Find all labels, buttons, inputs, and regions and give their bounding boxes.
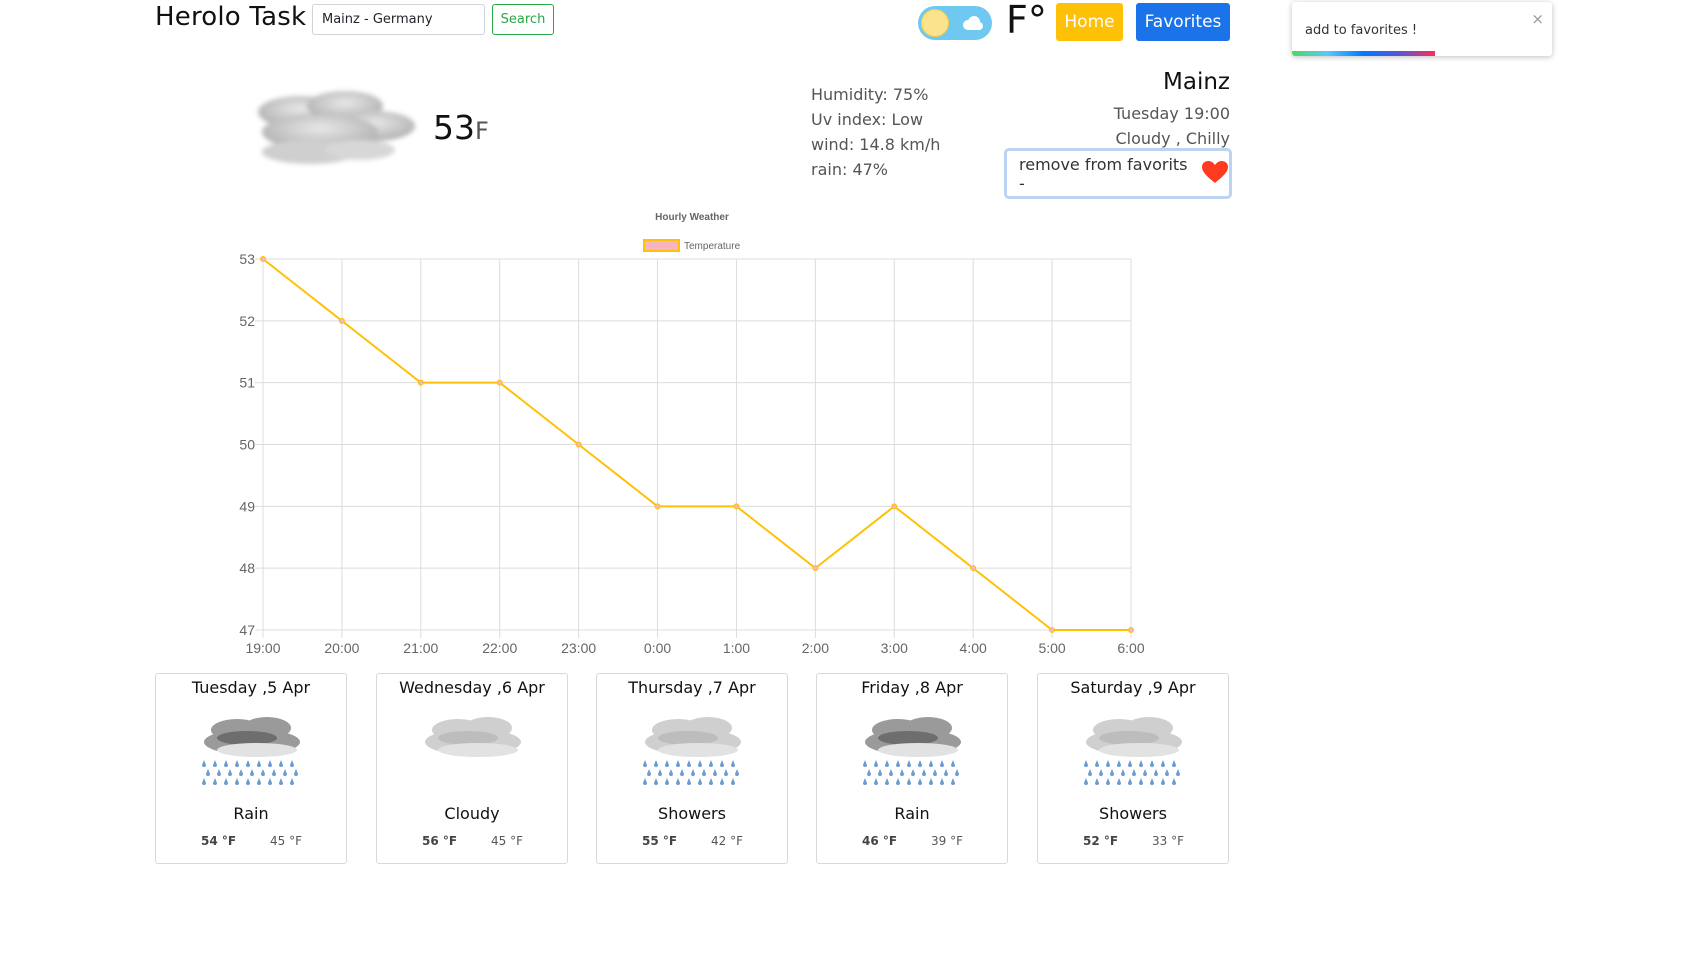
- forecast-condition: Showers: [1099, 804, 1167, 823]
- data-point: [1049, 627, 1056, 633]
- forecast-card: Wednesday ,6 Apr Cloudy 56 °F 45 °F: [376, 673, 568, 864]
- forecast-condition: Cloudy: [444, 804, 500, 823]
- forecast-date: Saturday ,9 Apr: [1070, 678, 1196, 697]
- x-axis-ticks: 19:00 20:00 21:00 22:00 23:00 0:00 1:00 2:00 3:0…: [245, 640, 1144, 656]
- unit-toggle-label[interactable]: F°: [1006, 0, 1047, 42]
- city-name: Mainz: [1163, 69, 1230, 95]
- y-tick-label: 47: [239, 622, 255, 638]
- x-tick-label: 1:00: [723, 640, 750, 656]
- toast-progress-bar: [1292, 51, 1435, 56]
- y-tick-label: 51: [239, 375, 255, 391]
- forecast-high: 55 °F: [642, 834, 678, 848]
- cloud-icon: [960, 15, 984, 35]
- hourly-weather-chart: Hourly Weather Temperature 53 52 51 50 49 48 4…: [239, 212, 1144, 656]
- toast-notification: add to favorites ! ×: [1292, 2, 1552, 56]
- cloud-icon: [413, 708, 533, 796]
- rain-icon: [853, 708, 973, 796]
- forecast-high: 52 °F: [1083, 834, 1119, 848]
- forecast-low: 45 °F: [491, 834, 523, 848]
- x-tick-label: 5:00: [1038, 640, 1065, 656]
- x-tick-label: 0:00: [644, 640, 671, 656]
- current-temperature: 53F: [433, 108, 489, 147]
- cloud-icon: [258, 91, 415, 164]
- forecast-card: Tuesday ,5 Apr Rain 54 °F 45 °F: [155, 673, 347, 864]
- legend-swatch: [643, 239, 680, 252]
- forecast-low: 45 °F: [270, 834, 302, 848]
- humidity-text: Humidity: 75%: [811, 85, 929, 104]
- forecast-high: 56 °F: [422, 834, 458, 848]
- close-icon[interactable]: ×: [1531, 10, 1544, 28]
- rain-text: rain: 47%: [811, 160, 889, 179]
- forecast-date: Tuesday ,5 Apr: [191, 678, 311, 697]
- forecast-high: 46 °F: [862, 834, 898, 848]
- weather-details: Humidity: 75% Uv index: Low wind: 14.8 k…: [811, 82, 940, 182]
- chart-grid: [255, 258, 1132, 638]
- x-tick-label: 22:00: [482, 640, 517, 656]
- y-tick-label: 48: [239, 560, 255, 576]
- forecast-condition: Rain: [233, 804, 269, 823]
- y-axis-ticks: 53 52 51 50 49 48 47: [239, 251, 255, 638]
- search-button[interactable]: Search: [492, 4, 554, 35]
- data-point: [891, 503, 898, 510]
- data-point: [654, 503, 661, 510]
- y-tick-label: 50: [239, 437, 255, 453]
- current-weather-icon: [250, 84, 420, 178]
- data-point: [733, 503, 740, 510]
- remove-favorite-label: remove from favorits -: [1019, 154, 1188, 193]
- temperature-value: 53: [433, 108, 475, 147]
- x-tick-label: 4:00: [960, 640, 987, 656]
- local-time: Tuesday 19:00: [1113, 104, 1230, 123]
- forecast-condition: Showers: [658, 804, 726, 823]
- uv-index-text: Uv index: Low: [811, 110, 924, 129]
- chart-title: Hourly Weather: [655, 212, 729, 223]
- data-point: [496, 379, 503, 386]
- forecast-card: Friday ,8 Apr Rain 46 °F 39 °F: [816, 673, 1008, 864]
- x-tick-label: 3:00: [881, 640, 908, 656]
- y-tick-label: 49: [239, 498, 255, 514]
- remove-favorite-button[interactable]: remove from favorits -: [1004, 148, 1232, 199]
- x-tick-label: 6:00: [1117, 640, 1144, 656]
- forecast-low: 39 °F: [931, 834, 963, 848]
- data-point: [1128, 627, 1134, 633]
- favorites-button[interactable]: Favorites: [1136, 3, 1230, 41]
- temperature-unit: F: [475, 117, 489, 145]
- x-tick-label: 20:00: [324, 640, 359, 656]
- home-button[interactable]: Home: [1056, 3, 1123, 41]
- app-brand: Herolo Task: [155, 2, 307, 32]
- data-point: [970, 565, 977, 572]
- forecast-low: 42 °F: [711, 834, 743, 848]
- data-point: [260, 256, 266, 262]
- showers-icon: [1074, 708, 1194, 796]
- theme-toggle[interactable]: [918, 6, 992, 40]
- forecast-date: Wednesday ,6 Apr: [399, 678, 545, 697]
- forecast-high: 54 °F: [201, 834, 237, 848]
- heart-icon: [1201, 160, 1229, 188]
- forecast-date: Friday ,8 Apr: [861, 678, 963, 697]
- forecast-card: Thursday ,7 Apr Showers 55 °F 42 °F: [596, 673, 788, 864]
- legend-label: Temperature: [684, 241, 741, 252]
- forecast-low: 33 °F: [1152, 834, 1184, 848]
- toast-message: add to favorites !: [1305, 23, 1418, 38]
- y-tick-label: 53: [239, 251, 255, 267]
- data-point: [575, 441, 582, 448]
- search-input[interactable]: [312, 4, 485, 35]
- x-tick-label: 23:00: [561, 640, 596, 656]
- data-point: [417, 379, 424, 386]
- forecast-date: Thursday ,7 Apr: [628, 678, 756, 697]
- x-tick-label: 21:00: [403, 640, 438, 656]
- y-tick-label: 52: [239, 313, 255, 329]
- x-tick-label: 19:00: [245, 640, 280, 656]
- data-point: [812, 565, 819, 572]
- wind-text: wind: 14.8 km/h: [811, 135, 941, 154]
- x-tick-label: 2:00: [802, 640, 829, 656]
- showers-icon: [633, 708, 753, 796]
- data-point: [338, 317, 345, 324]
- forecast-condition: Rain: [894, 804, 930, 823]
- forecast-card: Saturday ,9 Apr Showers 52 °F 33 °F: [1037, 673, 1229, 864]
- weather-condition: Cloudy , Chilly: [1115, 129, 1230, 148]
- sun-icon: [921, 9, 949, 37]
- rain-icon: [192, 708, 312, 796]
